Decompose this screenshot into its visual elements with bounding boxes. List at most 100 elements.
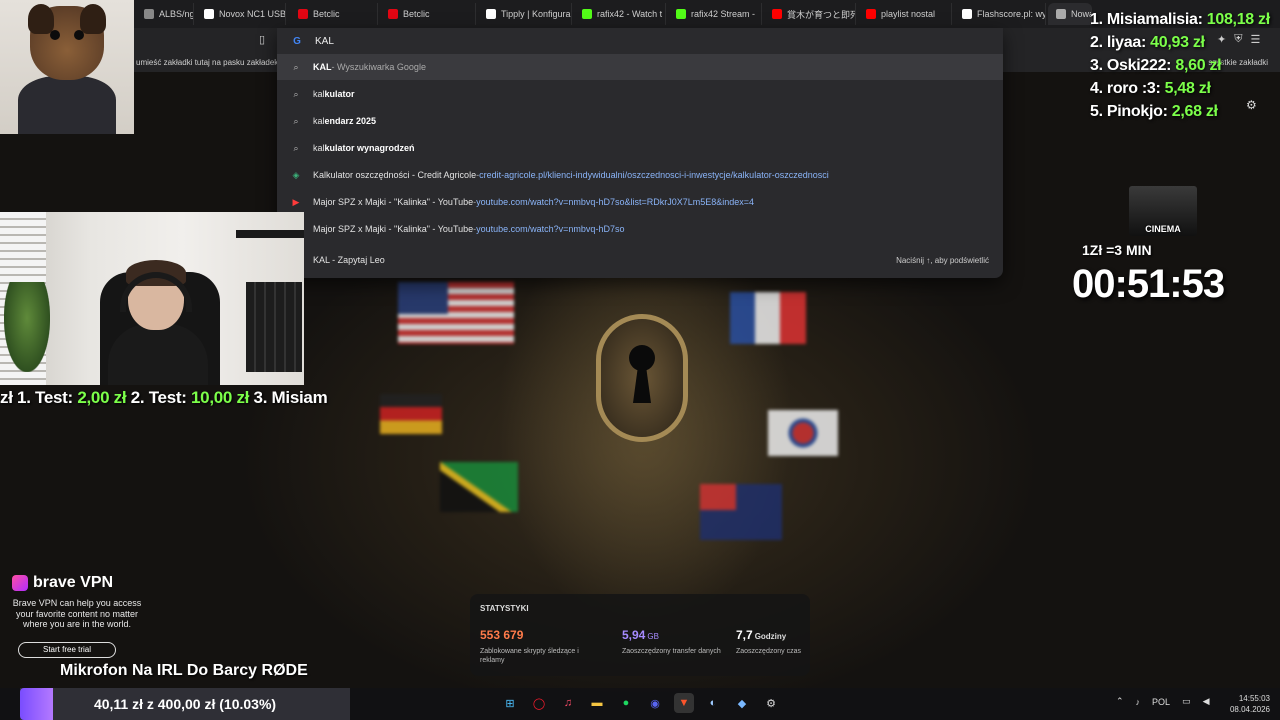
donation-ticker: zł 1. Test: 2,00 zł 2. Test: 10,00 zł 3.… <box>0 388 354 412</box>
browser-tab[interactable]: rafix42 - Watch t <box>574 3 666 25</box>
suggestion-rest: kulator wynagrodzeń <box>324 143 415 153</box>
tab-label: Flashscore.pl: wyn <box>977 9 1046 19</box>
browser-tab[interactable]: Betclic <box>290 3 378 25</box>
system-tray: ⌃ ♪ POL ▭ ◀ <box>1116 696 1210 707</box>
browser-tab[interactable]: Flashscore.pl: wyn <box>954 3 1046 25</box>
dog-eye-right <box>74 30 84 40</box>
browser-tab[interactable]: rafix42 Stream - <box>668 3 762 25</box>
brave-icon[interactable]: ▼ <box>674 693 694 713</box>
bookmarks-hint: umieść zakładki tutaj na pasku zakładek <box>136 58 279 67</box>
omnibox-suggestion[interactable]: ⌕ kal kulator <box>277 81 1003 107</box>
browser-tab[interactable]: Tipply | Konfigura <box>478 3 572 25</box>
tab-favicon-icon <box>204 9 214 19</box>
stat-unit: GB <box>647 632 659 641</box>
keyhole-art <box>596 314 688 442</box>
cinema-label: CINEMA <box>1145 224 1181 234</box>
stats-title: STATYSTYKI <box>480 604 529 613</box>
gear-icon[interactable]: ⚙ <box>1246 98 1257 112</box>
omnibox-suggestion[interactable]: ▶Major SPZ x Majki - "Kalinka" - YouTube… <box>277 189 1003 215</box>
browser-tab[interactable]: 賞木が育つと即死 <box>764 3 856 25</box>
suggestion-pre: kal <box>313 143 325 153</box>
mic-icon[interactable]: ♪ <box>1136 697 1141 707</box>
rate-text: 1Zł =3 MIN <box>1082 242 1152 258</box>
search-icon: ⌕ <box>293 115 299 126</box>
tab-label: Novox NC1 USB <box>219 9 286 19</box>
tab-label: ALBS/nginx-c <box>159 9 193 19</box>
dog-eye-left <box>50 30 60 40</box>
ticker-amount: 2,00 zł <box>77 388 127 407</box>
brave-vpn-widget: brave VPN Brave VPN can help you access … <box>12 574 142 658</box>
leaderboard-name: 5. Pinokjo: <box>1090 103 1168 120</box>
omnibox-suggestion[interactable]: ▶Major SPZ x Majki - "Kalinka" - YouTube… <box>277 216 1003 242</box>
omnibox-input[interactable]: KAL <box>315 36 334 47</box>
browser-tab[interactable]: Nowa karta <box>1048 3 1092 25</box>
chevron-up-icon[interactable]: ⌃ <box>1116 696 1124 707</box>
tab-label: Betclic <box>313 9 340 19</box>
leaderboard-amount: 2,68 zł <box>1171 103 1218 120</box>
omnibox-suggestion[interactable]: ◈ Kalkulator oszczędności - Credit Agrico… <box>277 162 1003 188</box>
omnibox-input-row[interactable]: G KAL <box>277 28 1003 54</box>
leaderboard-row: 1. Misiamalisia: 108,18 zł <box>1090 8 1280 31</box>
clock-date: 08.04.2026 <box>1229 705 1270 714</box>
start-free-trial-button[interactable]: Start free trial <box>18 641 116 658</box>
leaderboard-amount: 8,60 zł <box>1175 57 1222 74</box>
steam-icon[interactable]: ◐ <box>703 693 723 713</box>
app-icon[interactable]: ◆ <box>732 693 752 713</box>
discord-icon[interactable]: ◉ <box>645 693 665 713</box>
volume-icon[interactable]: ◀ <box>1203 696 1210 707</box>
spotify-icon[interactable]: ● <box>616 693 636 713</box>
monitor-icon[interactable]: ▭ <box>1182 696 1191 707</box>
omnibox-hint: Naciśnij ↑, aby podświetlić <box>896 256 989 265</box>
browser-tab[interactable]: playlist nostal <box>858 3 952 25</box>
usa-flag-art <box>398 282 514 344</box>
tab-favicon-icon <box>1056 9 1066 19</box>
omnibox-suggestion[interactable]: ⌕ KAL - Wyszukiwarka Google <box>277 54 1003 80</box>
tab-label: rafix42 Stream - <box>691 9 756 19</box>
subathon-timer: 00:51:53 <box>1072 262 1225 306</box>
settings-icon[interactable]: ⚙ <box>761 693 781 713</box>
cinema-logo: CINEMA <box>1129 186 1197 236</box>
suggestion-bold: KAL <box>313 62 332 72</box>
omnibox-suggestion[interactable]: ✧KAL - Zapytaj Leo <box>277 247 1003 273</box>
tab-favicon-icon <box>772 9 782 19</box>
stat-value: 7,7 <box>736 628 753 642</box>
language-indicator[interactable]: POL <box>1152 697 1170 707</box>
omnibox-suggestion[interactable]: ⌕ kal kulator wynagrodzeń <box>277 135 1003 161</box>
leaderboard-row: 4. roro :3: 5,48 zł <box>1090 77 1280 100</box>
dog-ear-left <box>28 4 54 34</box>
tab-favicon-icon <box>582 9 592 19</box>
search-icon: ⌕ <box>293 61 299 72</box>
leaderboard-name: 3. Oski222: <box>1090 57 1172 74</box>
streamer-webcam <box>0 212 304 385</box>
browser-tab[interactable]: Betclic <box>380 3 476 25</box>
suggestion-rest: endarz 2025 <box>324 116 377 126</box>
tab-favicon-icon <box>388 9 398 19</box>
australia-flag-art <box>700 484 782 540</box>
suggestion-pre: kal <box>313 89 325 99</box>
omnibox-suggestion[interactable]: ⌕ kal endarz 2025 <box>277 108 1003 134</box>
windows-start-icon[interactable]: ⊞ <box>500 693 520 713</box>
browser-tab[interactable]: Novox NC1 USB <box>196 3 286 25</box>
folder-icon[interactable]: ▬ <box>587 693 607 713</box>
browser-tab-bar: ALBS/nginx-c Novox NC1 USB Betclic Betclic T… <box>0 0 1280 28</box>
bookmark-icon[interactable]: ▯ <box>259 33 265 46</box>
korea-flag-art <box>768 410 838 456</box>
suggestion-title: Major SPZ x Majki - "Kalinka" - YouTube <box>313 197 474 207</box>
plant <box>4 282 50 372</box>
brave-vpn-icon <box>12 575 28 591</box>
stat-unit: Godziny <box>754 632 787 641</box>
browser-tab[interactable]: ALBS/nginx-c <box>136 3 194 25</box>
stat-trackers: 553 679 Zablokowane skrypty śledzące i r… <box>480 626 590 665</box>
leaderboard-name: 1. Misiamalisia: <box>1090 11 1203 28</box>
suggestion-url: youtube.com/watch?v=nmbvq-hD7so <box>476 224 625 234</box>
ticker-name: 2. Test: <box>130 388 187 407</box>
dog-suit <box>18 76 116 134</box>
ticker-amount: 10,00 zł <box>191 388 250 407</box>
opera-icon[interactable]: ◯ <box>529 693 549 713</box>
leaderboard-row: 2. liyaa: 40,93 zł <box>1090 31 1280 54</box>
leaderboard-name: 4. roro :3: <box>1090 80 1161 97</box>
ticker-name: 3. Misiam <box>253 388 328 407</box>
clock-time: 14:55:03 <box>1238 694 1270 703</box>
music-icon[interactable]: ♫ <box>558 693 578 713</box>
clock[interactable]: 14:55:03 08.04.2026 <box>1226 693 1270 715</box>
